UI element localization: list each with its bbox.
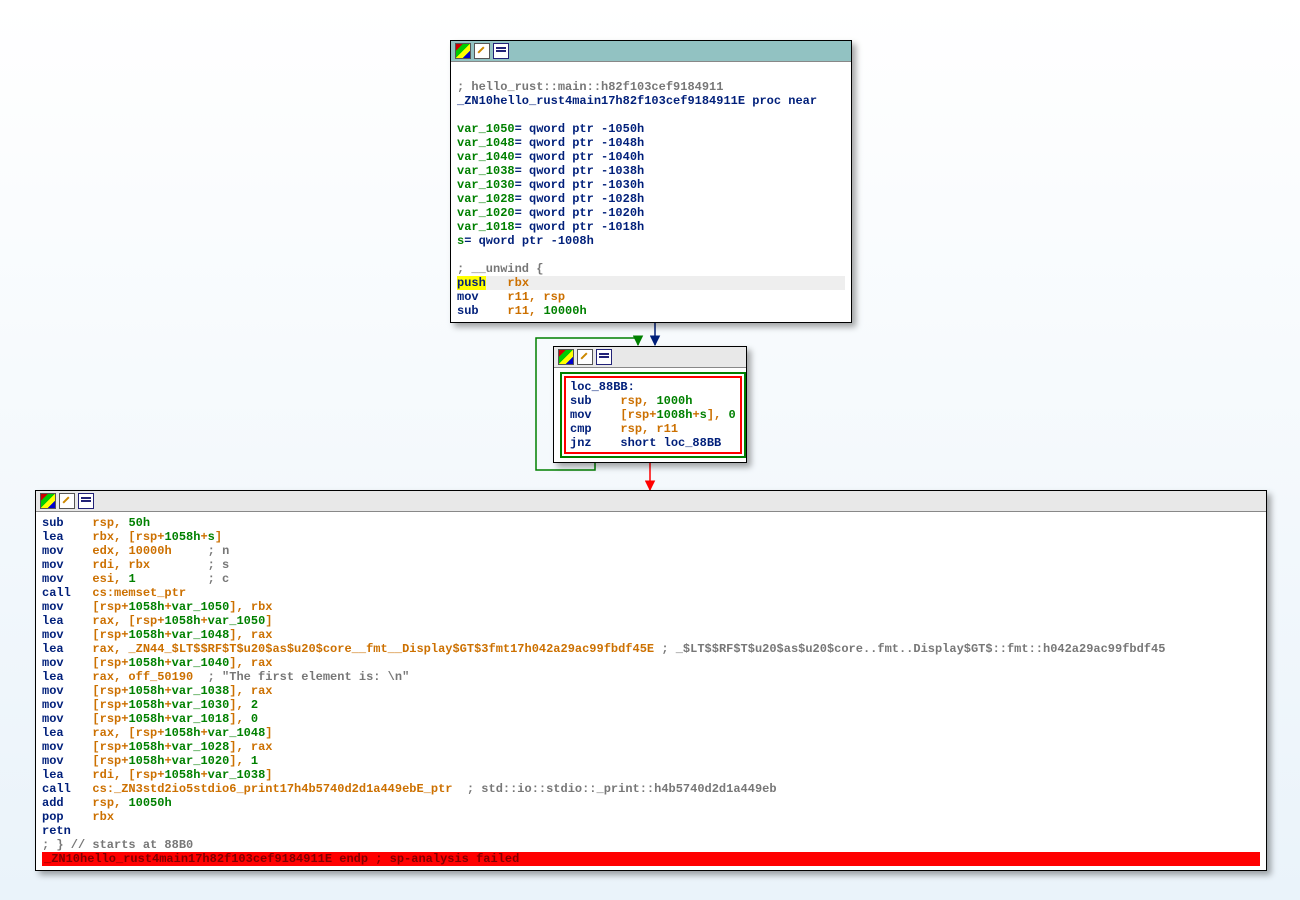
toggle-graph-icon[interactable] [596, 349, 612, 365]
node-titlebar[interactable] [554, 347, 746, 368]
edit-icon[interactable] [474, 43, 490, 59]
node-titlebar[interactable] [36, 491, 1266, 512]
color-picker-icon[interactable] [455, 43, 471, 59]
disasm-block-2: loc_88BB: sub rsp, 1000h mov [rsp+1008h+… [554, 368, 746, 462]
cfg-node-entry[interactable]: ; hello_rust::main::h82f103cef9184911 _Z… [450, 40, 852, 323]
cfg-node-loop[interactable]: loc_88BB: sub rsp, 1000h mov [rsp+1008h+… [553, 346, 747, 463]
cfg-node-main[interactable]: sub rsp, 50h lea rbx, [rsp+1058h+s] mov … [35, 490, 1267, 871]
toggle-graph-icon[interactable] [493, 43, 509, 59]
disasm-block-3: sub rsp, 50h lea rbx, [rsp+1058h+s] mov … [36, 512, 1266, 870]
toggle-graph-icon[interactable] [78, 493, 94, 509]
color-picker-icon[interactable] [40, 493, 56, 509]
disasm-block-1: ; hello_rust::main::h82f103cef9184911 _Z… [451, 62, 851, 322]
node-titlebar[interactable] [451, 41, 851, 62]
edit-icon[interactable] [59, 493, 75, 509]
edit-icon[interactable] [577, 349, 593, 365]
color-picker-icon[interactable] [558, 349, 574, 365]
